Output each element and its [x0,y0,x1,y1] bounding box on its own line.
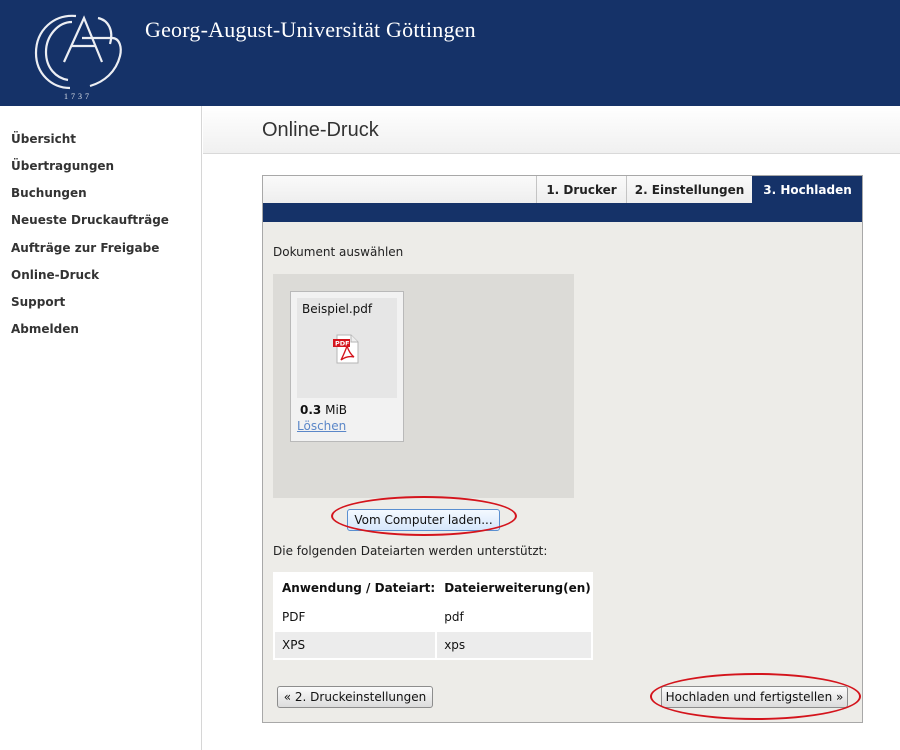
back-to-settings-button[interactable]: « 2. Druckeinstellungen [277,686,433,708]
wizard-steps: 1. Drucker 2. Einstellungen 3. Hochladen [263,176,862,203]
sidebar-item-uebertragungen[interactable]: Übertragungen [11,159,114,173]
table-cell: PDF [272,602,438,632]
tab-hochladen[interactable]: 3. Hochladen [752,176,862,203]
file-thumbnail: Beispiel.pdf PDF [297,298,397,398]
pdf-file-icon: PDF [333,334,359,364]
table-cell: xps [435,630,593,660]
sidebar-item-auftraege-zur-freigabe[interactable]: Aufträge zur Freigabe [11,241,159,255]
table-row: PDF pdf [272,602,593,632]
page-title: Online-Druck [262,119,379,141]
upload-drop-area[interactable]: Beispiel.pdf PDF 0.3 MiB Löschen [273,274,574,498]
sidebar-item-buchungen[interactable]: Buchungen [11,186,87,200]
svg-text:1737: 1737 [64,92,92,101]
tab-drucker[interactable]: 1. Drucker [536,176,626,203]
table-cell: XPS [272,630,438,660]
column-header-type: Anwendung / Dateiart: [272,572,438,604]
file-size: 0.3 MiB [300,403,348,417]
table-row: XPS xps [272,630,593,660]
sidebar-item-online-druck[interactable]: Online-Druck [11,268,99,282]
select-document-label: Dokument auswählen [273,245,404,259]
uploaded-file-card: Beispiel.pdf PDF 0.3 MiB Löschen [290,291,404,442]
university-logo: 1737 [34,14,122,101]
supported-types-label: Die folgenden Dateiarten werden unterstü… [273,544,548,558]
file-name: Beispiel.pdf [302,302,373,316]
supported-types-table: Anwendung / Dateiart: Dateierweiterung(e… [272,572,593,660]
table-header-row: Anwendung / Dateiart: Dateierweiterung(e… [272,572,593,604]
site-header: 1737 Georg-August-Universität Göttingen [0,0,900,106]
table-cell: pdf [435,602,593,632]
page-title-bar: Online-Druck [203,106,900,154]
tab-einstellungen[interactable]: 2. Einstellungen [626,176,752,203]
sidebar-item-abmelden[interactable]: Abmelden [11,322,79,336]
load-from-computer-button[interactable]: Vom Computer laden... [347,509,500,531]
column-header-extension: Dateierweiterung(en) [435,572,593,604]
sidebar-item-neueste-druckauftraege[interactable]: Neueste Druckaufträge [11,213,169,227]
sidebar-item-uebersicht[interactable]: Übersicht [11,132,76,146]
wizard-panel: 1. Drucker 2. Einstellungen 3. Hochladen… [262,175,863,723]
university-title: Georg-August-Universität Göttingen [145,17,476,42]
delete-file-link[interactable]: Löschen [297,419,346,433]
sidebar-item-support[interactable]: Support [11,295,65,309]
steps-band [263,203,862,222]
sidebar: Übersicht Übertragungen Buchungen Neuest… [0,106,202,750]
upload-and-finish-button[interactable]: Hochladen und fertigstellen » [661,686,848,708]
